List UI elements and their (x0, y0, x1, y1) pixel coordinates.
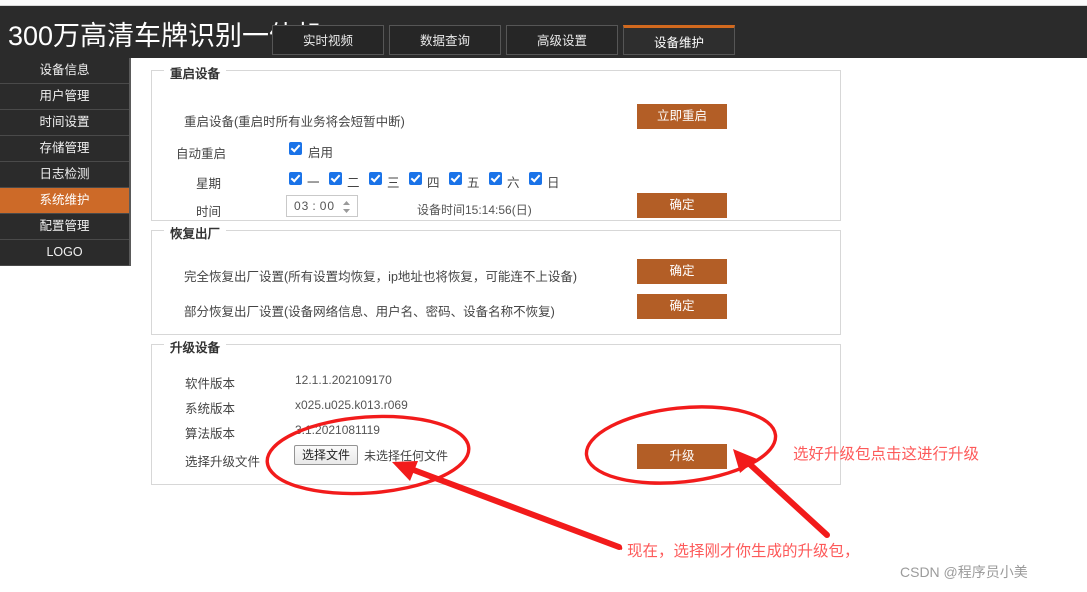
weekday-label-thu: 四 (427, 176, 440, 190)
algorithm-version-label: 算法版本 (185, 427, 236, 441)
software-version-label: 软件版本 (185, 377, 236, 391)
full-factory-reset-button[interactable]: 确定 (637, 259, 727, 284)
weekday-label: 星期 (196, 177, 222, 191)
weekday-label-sat: 六 (507, 176, 520, 190)
sidebar-item-user-management[interactable]: 用户管理 (0, 84, 129, 110)
reboot-time-spinner[interactable]: 03:00 (286, 195, 358, 217)
system-version-value: x025.u025.k013.r069 (295, 398, 408, 412)
annotation-text-upgrade: 选好升级包点击这进行升级 (793, 446, 980, 463)
main-content: 重启设备 重启设备(重启时所有业务将会短暂中断) 立即重启 自动重启 启用 星期… (133, 58, 1087, 488)
auto-reboot-checkbox[interactable] (289, 142, 302, 155)
spinner-updown-icon[interactable] (342, 200, 351, 214)
sidebar-item-device-info[interactable]: 设备信息 (0, 58, 129, 84)
system-version-label: 系统版本 (185, 402, 236, 416)
weekday-label-wed: 三 (387, 176, 400, 190)
software-version-value: 12.1.1.202109170 (295, 373, 392, 387)
tab-live-video[interactable]: 实时视频 (272, 25, 384, 55)
weekday-checkbox-wed[interactable] (369, 172, 382, 185)
weekday-checkbox-sat[interactable] (489, 172, 502, 185)
tab-data-query[interactable]: 数据查询 (389, 25, 501, 55)
sidebar-item-system-maintenance[interactable]: 系统维护 (0, 188, 129, 214)
annotation-text-select-file: 现在，选择刚才你生成的升级包， (627, 543, 860, 560)
choose-file-button[interactable]: 选择文件 (294, 445, 359, 465)
upgrade-panel-title: 升级设备 (164, 337, 227, 356)
upgrade-button[interactable]: 升级 (637, 444, 727, 469)
weekday-checkbox-tue[interactable] (329, 172, 342, 185)
partial-factory-reset-button[interactable]: 确定 (637, 294, 727, 319)
sidebar-item-storage-management[interactable]: 存储管理 (0, 136, 129, 162)
sidebar-item-log-detection[interactable]: 日志检测 (0, 162, 129, 188)
time-label: 时间 (196, 205, 222, 219)
partial-factory-reset-description: 部分恢复出厂设置(设备网络信息、用户名、密码、设备名称不恢复) (184, 305, 555, 319)
upgrade-file-input[interactable]: 选择文件 未选择任何文件 (294, 445, 448, 465)
reboot-schedule-confirm-button[interactable]: 确定 (637, 193, 727, 218)
weekday-checkbox-thu[interactable] (409, 172, 422, 185)
weekday-label-tue: 二 (347, 176, 360, 190)
sidebar-item-time-settings[interactable]: 时间设置 (0, 110, 129, 136)
weekday-checkbox-sun[interactable] (529, 172, 542, 185)
factory-reset-panel: 恢复出厂 完全恢复出厂设置(所有设置均恢复，ip地址也将恢复，可能连不上设备) … (151, 223, 841, 335)
factory-panel-title: 恢复出厂 (164, 223, 227, 242)
sidebar: 设备信息 用户管理 时间设置 存储管理 日志检测 系统维护 配置管理 LOGO (0, 58, 131, 266)
reboot-time-minute: 00 (319, 199, 336, 213)
reboot-panel-title: 重启设备 (164, 63, 227, 82)
algorithm-version-value: 3.1.2021081119 (295, 423, 380, 437)
weekday-label-mon: 一 (307, 176, 320, 190)
tab-device-maintenance[interactable]: 设备维护 (623, 25, 735, 55)
reboot-time-hour: 03 (294, 199, 310, 213)
weekday-label-sun: 日 (547, 176, 560, 190)
auto-reboot-label: 自动重启 (176, 147, 227, 161)
main-tabs: 实时视频 数据查询 高级设置 设备维护 (272, 25, 740, 55)
sidebar-item-config-management[interactable]: 配置管理 (0, 214, 129, 240)
upgrade-file-label: 选择升级文件 (185, 455, 261, 469)
reboot-time-value: 03:00 (294, 199, 335, 213)
tab-advanced-settings[interactable]: 高级设置 (506, 25, 618, 55)
csdn-watermark: CSDN @程序员小美 (900, 564, 1028, 580)
weekday-label-fri: 五 (467, 176, 480, 190)
weekday-checkbox-mon[interactable] (289, 172, 302, 185)
annotation-tick-mark (604, 538, 623, 551)
sidebar-item-logo[interactable]: LOGO (0, 240, 129, 266)
reboot-device-panel: 重启设备 重启设备(重启时所有业务将会短暂中断) 立即重启 自动重启 启用 星期… (151, 63, 841, 221)
weekday-checkbox-fri[interactable] (449, 172, 462, 185)
reboot-time-separator: : (312, 199, 317, 213)
chosen-file-status: 未选择任何文件 (364, 448, 449, 463)
full-factory-reset-description: 完全恢复出厂设置(所有设置均恢复，ip地址也将恢复，可能连不上设备) (184, 270, 578, 284)
reboot-now-button[interactable]: 立即重启 (637, 104, 727, 129)
reboot-description: 重启设备(重启时所有业务将会短暂中断) (184, 115, 405, 129)
auto-reboot-enable-label: 启用 (308, 146, 334, 160)
device-time-text: 设备时间15:14:56(日) (417, 203, 532, 217)
app-header: 300万高清车牌识别一体机 实时视频 数据查询 高级设置 设备维护 (0, 6, 1087, 58)
upgrade-device-panel: 升级设备 软件版本 12.1.1.202109170 系统版本 x025.u02… (151, 337, 841, 485)
